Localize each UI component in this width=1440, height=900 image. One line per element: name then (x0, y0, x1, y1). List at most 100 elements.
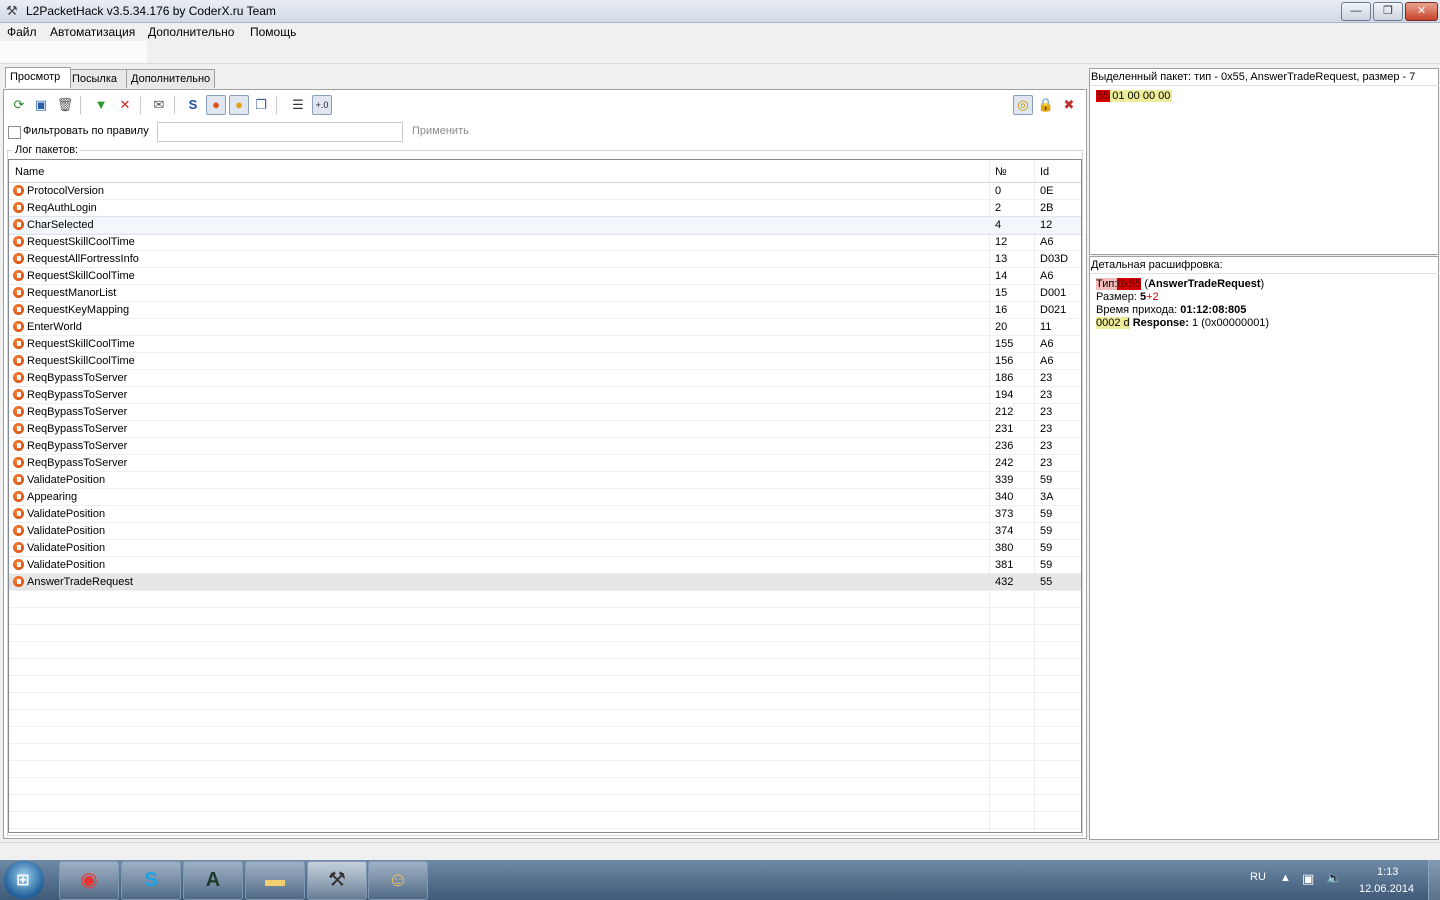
menu-automation[interactable]: Автоматизация (50, 25, 135, 39)
lock-icon[interactable]: 🔒 (1037, 96, 1055, 114)
table-row[interactable]: ReqBypassToServer 194 23 (9, 387, 1081, 404)
windows-logo-icon: ⊞ (16, 872, 30, 889)
table-row[interactable]: ReqAuthLogin 2 2B (9, 200, 1081, 217)
column-number[interactable]: № (995, 166, 1007, 178)
packet-name: ValidatePosition (27, 508, 106, 520)
minimize-button[interactable]: — (1341, 2, 1371, 21)
auto-scroll-icon[interactable]: ◎ (1013, 95, 1033, 115)
menu-help[interactable]: Помощь (250, 25, 296, 39)
table-row[interactable]: ValidatePosition 381 59 (9, 557, 1081, 574)
packet-number: 156 (995, 355, 1014, 367)
packet-id: 59 (1040, 542, 1053, 554)
table-row[interactable]: RequestKeyMapping 16 D021 (9, 302, 1081, 319)
chrome-icon: ◉ (80, 869, 98, 891)
taskbar-archeage[interactable]: A (183, 861, 243, 900)
taskbar-packethack[interactable]: ⚒ (307, 861, 367, 900)
save-icon[interactable]: ▣ (32, 96, 50, 114)
mail-icon[interactable]: ✉ (150, 96, 168, 114)
refresh-icon[interactable]: ⟳ (10, 96, 28, 114)
table-row[interactable]: EnterWorld 20 11 (9, 319, 1081, 336)
table-row[interactable]: ReqBypassToServer 231 23 (9, 421, 1081, 438)
client-packet-icon (13, 253, 24, 264)
type-value: 0x55 (1117, 278, 1142, 290)
filter-icon[interactable]: ▼ (92, 96, 110, 114)
tray-expand-icon[interactable]: ▲ (1280, 872, 1291, 884)
table-row[interactable]: RequestSkillCoolTime 156 A6 (9, 353, 1081, 370)
start-button[interactable]: ⊞ (4, 861, 44, 899)
table-row[interactable]: ProtocolVersion 0 0E (9, 183, 1081, 200)
packet-name: RequestKeyMapping (27, 304, 130, 316)
empty-row (9, 608, 1081, 625)
clear-filter-icon[interactable]: ✕ (116, 96, 134, 114)
clock-time[interactable]: 1:13 (1377, 866, 1398, 878)
list-icon[interactable]: ☰ (289, 96, 307, 114)
column-name[interactable]: Name (15, 166, 44, 178)
hex-bytes[interactable]: 01 00 00 00 (1110, 90, 1173, 102)
table-row[interactable]: ValidatePosition 339 59 (9, 472, 1081, 489)
packet-name: Appearing (27, 491, 78, 503)
table-row[interactable]: ReqBypassToServer 242 23 (9, 455, 1081, 472)
client-packets-icon[interactable]: ● (206, 95, 226, 115)
copy-icon[interactable]: ❐ (252, 96, 270, 114)
apply-button[interactable]: Применить (412, 125, 469, 137)
table-row[interactable]: AnswerTradeRequest 432 55 (9, 574, 1081, 591)
hex-byte-type[interactable]: 55 (1096, 90, 1111, 102)
taskbar-explorer[interactable]: ▬ (245, 861, 305, 900)
client-packet-icon (13, 440, 24, 451)
table-row[interactable]: RequestAllFortressInfo 13 D03D (9, 251, 1081, 268)
tab-view[interactable]: Просмотр (5, 67, 71, 88)
packet-number: 194 (995, 389, 1014, 401)
taskbar: ⊞ ◉ S A ▬ ⚒ ☺ RU ▲ ▣ 🔈 1:13 12.06.2014 (0, 860, 1440, 900)
show-desktop-button[interactable] (1428, 860, 1440, 900)
table-row[interactable]: RequestSkillCoolTime 12 A6 (9, 234, 1081, 251)
server-packets-icon[interactable]: S (184, 96, 202, 114)
packet-number: 242 (995, 457, 1014, 469)
table-row[interactable]: RequestSkillCoolTime 14 A6 (9, 268, 1081, 285)
game-character-icon: ☺ (387, 869, 409, 891)
volume-icon[interactable]: 🔈 (1326, 870, 1342, 886)
network-icon[interactable]: ▣ (1302, 871, 1314, 887)
empty-row (9, 727, 1081, 744)
table-row[interactable]: ReqBypassToServer 212 23 (9, 404, 1081, 421)
table-row[interactable]: ValidatePosition 373 59 (9, 506, 1081, 523)
disconnect-icon[interactable]: ✖ (1060, 96, 1078, 114)
tab-send[interactable]: Посылка (67, 69, 129, 88)
taskbar-chrome[interactable]: ◉ (59, 861, 119, 900)
menu-file[interactable]: Файл (7, 25, 37, 39)
filter-checkbox[interactable] (8, 126, 21, 139)
archeage-icon: A (205, 869, 221, 891)
table-row[interactable]: Appearing 340 3A (9, 489, 1081, 506)
table-row[interactable]: RequestSkillCoolTime 155 A6 (9, 336, 1081, 353)
trash-icon[interactable]: 🗑 (56, 96, 74, 114)
filter-rule-input[interactable] (157, 122, 403, 142)
column-id[interactable]: Id (1040, 166, 1049, 178)
empty-row (9, 744, 1081, 761)
table-row[interactable]: RequestManorList 15 D001 (9, 285, 1081, 302)
maximize-button[interactable]: ❐ (1373, 2, 1403, 21)
language-indicator[interactable]: RU (1250, 871, 1266, 883)
taskbar-skype[interactable]: S (121, 861, 181, 900)
taskbar-game[interactable]: ☺ (368, 861, 428, 900)
clock-date[interactable]: 12.06.2014 (1359, 883, 1414, 895)
table-row[interactable]: ValidatePosition 380 59 (9, 540, 1081, 557)
filter-row: Фильтровать по правилу Применить (4, 120, 1079, 142)
table-row[interactable]: ValidatePosition 374 59 (9, 523, 1081, 540)
packet-name: ReqAuthLogin (27, 202, 97, 214)
lock-filter-icon[interactable]: ● (229, 95, 249, 115)
tab-additional[interactable]: Дополнительно (126, 69, 215, 88)
filter-label: Фильтровать по правилу (23, 125, 149, 137)
client-packet-icon (13, 559, 24, 570)
size-extra: +2 (1146, 291, 1159, 303)
hex-format-icon[interactable]: +.0 (312, 95, 332, 115)
client-packet-icon (13, 389, 24, 400)
close-button[interactable]: ✕ (1405, 2, 1438, 21)
table-row[interactable]: CharSelected 4 12 (9, 216, 1081, 235)
table-row[interactable]: ReqBypassToServer 186 23 (9, 370, 1081, 387)
packet-id: A6 (1040, 355, 1054, 367)
client-packet-icon (13, 372, 24, 383)
table-row[interactable]: ReqBypassToServer 236 23 (9, 438, 1081, 455)
window-title: L2PacketHack v3.5.34.176 by CoderX.ru Te… (26, 4, 276, 18)
hex-dump[interactable]: 55 01 00 00 00 (1096, 90, 1173, 102)
menu-additional[interactable]: Дополнительно (148, 25, 234, 39)
packet-log-list[interactable]: Name № Id ProtocolVersion 0 0E ReqAuthLogin… (8, 159, 1082, 833)
